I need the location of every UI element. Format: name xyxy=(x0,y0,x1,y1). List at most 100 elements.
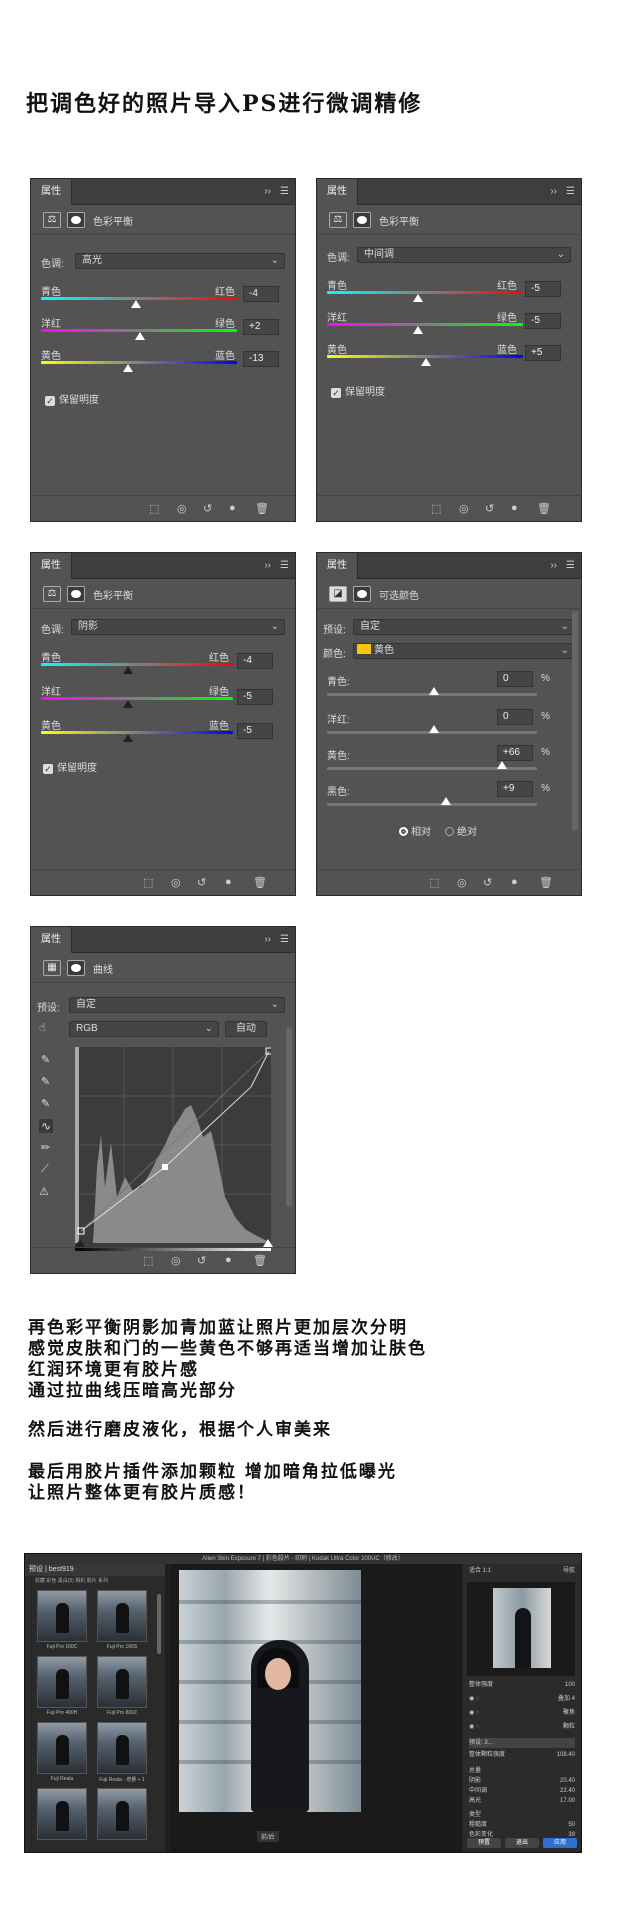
slider-thumb[interactable] xyxy=(123,734,133,742)
slider-thumb[interactable] xyxy=(413,326,423,334)
visibility-icon[interactable]: ● xyxy=(225,1254,232,1266)
preset-thumbnail[interactable] xyxy=(97,1722,147,1774)
preset-thumbnail[interactable] xyxy=(97,1656,147,1708)
setting-row[interactable]: ◉ ◌ 颗粒 xyxy=(469,1722,575,1732)
mask-icon[interactable] xyxy=(67,212,85,228)
value-field[interactable]: -5 xyxy=(525,313,561,329)
collapse-arrows-icon[interactable]: ›› xyxy=(550,186,557,197)
black-value-field[interactable]: +9 xyxy=(497,781,533,797)
white-point-slider[interactable] xyxy=(263,1239,273,1247)
magenta-green-slider[interactable] xyxy=(41,697,233,700)
tab-properties[interactable]: 属性 xyxy=(31,553,72,579)
value-field[interactable]: +2 xyxy=(243,319,279,335)
preset-select[interactable]: 自定 ⌄ xyxy=(353,619,575,635)
tab-properties[interactable]: 属性 xyxy=(31,927,72,953)
hand-target-icon[interactable]: ☝ xyxy=(39,1021,46,1034)
black-slider[interactable] xyxy=(327,803,537,806)
clip-to-layer-icon[interactable]: ⬚ xyxy=(431,502,441,515)
slider-thumb[interactable] xyxy=(497,761,507,769)
clip-to-layer-icon[interactable]: ⬚ xyxy=(149,502,159,515)
yellow-blue-slider[interactable] xyxy=(41,731,233,734)
pencil-icon[interactable]: ✏ xyxy=(41,1141,50,1154)
relative-radio[interactable]: 相对 xyxy=(399,823,431,838)
tab-properties[interactable]: 属性 xyxy=(31,179,72,205)
apply-button[interactable]: 应用 xyxy=(543,1838,577,1848)
trash-icon[interactable]: 🗑 xyxy=(255,502,269,515)
cyan-value-field[interactable]: 0 xyxy=(497,671,533,687)
cancel-button[interactable]: 退出 xyxy=(505,1838,539,1848)
view-previous-icon[interactable]: ◎ xyxy=(459,502,469,515)
panel-menu-icon[interactable]: ☰ xyxy=(566,186,575,197)
slider-thumb[interactable] xyxy=(429,725,439,733)
slider-thumb[interactable] xyxy=(413,294,423,302)
preset-tabs[interactable]: 收藏 彩色 黑白(5) 相机 胶片 系列 xyxy=(25,1576,165,1586)
setting-row[interactable]: ◉ ◌ 叠加 4 xyxy=(469,1694,575,1704)
reset-icon[interactable]: ↺ xyxy=(483,876,492,889)
preset-thumbnail[interactable] xyxy=(37,1656,87,1708)
slider-thumb[interactable] xyxy=(123,700,133,708)
setting-row[interactable]: 粗糙度 50 xyxy=(469,1820,575,1830)
preserve-luminosity-checkbox[interactable]: ✓ 保留明度 xyxy=(45,391,99,406)
tab-properties[interactable]: 属性 xyxy=(317,553,358,579)
preset-header[interactable]: 预设 | best919 xyxy=(25,1564,165,1576)
yellow-value-field[interactable]: +66 xyxy=(497,745,533,761)
panel-menu-icon[interactable]: ☰ xyxy=(280,186,289,197)
value-field[interactable]: -5 xyxy=(237,689,273,705)
visibility-icon[interactable]: ● xyxy=(225,876,232,888)
slider-thumb[interactable] xyxy=(123,666,133,674)
slider-thumb[interactable] xyxy=(441,797,451,805)
preset-select[interactable]: 自定 ⌄ xyxy=(69,997,285,1013)
setting-row[interactable]: 高光 17.00 xyxy=(469,1796,575,1806)
reset-button[interactable]: 预置 xyxy=(467,1838,501,1848)
setting-row[interactable]: 中间调 22.40 xyxy=(469,1786,575,1796)
tab-properties[interactable]: 属性 xyxy=(317,179,358,205)
preset-dropdown[interactable]: 预设: 3… xyxy=(469,1738,575,1748)
slider-thumb[interactable] xyxy=(131,300,141,308)
clipping-warning-icon[interactable]: ⚠ xyxy=(39,1185,49,1198)
scrollbar[interactable] xyxy=(286,1027,292,1207)
channel-select[interactable]: RGB ⌄ xyxy=(69,1021,219,1037)
mask-icon[interactable] xyxy=(353,212,371,228)
panel-menu-icon[interactable]: ☰ xyxy=(566,560,575,571)
setting-row[interactable]: ◉ ◌ 聚焦 xyxy=(469,1708,575,1718)
reset-icon[interactable]: ↺ xyxy=(203,502,212,515)
slider-thumb[interactable] xyxy=(421,358,431,366)
preserve-luminosity-checkbox[interactable]: ✓ 保留明度 xyxy=(43,759,97,774)
trash-icon[interactable]: 🗑 xyxy=(253,1254,267,1267)
curves-graph[interactable] xyxy=(75,1047,271,1247)
view-previous-icon[interactable]: ◎ xyxy=(171,1254,181,1267)
mask-icon[interactable] xyxy=(353,586,371,602)
preserve-luminosity-checkbox[interactable]: ✓ 保留明度 xyxy=(331,383,385,398)
auto-button[interactable]: 自动 xyxy=(225,1021,267,1037)
reset-icon[interactable]: ↺ xyxy=(485,502,494,515)
clip-to-layer-icon[interactable]: ⬚ xyxy=(143,1254,153,1267)
reset-icon[interactable]: ↺ xyxy=(197,1254,206,1267)
collapse-arrows-icon[interactable]: ›› xyxy=(264,560,271,571)
collapse-arrows-icon[interactable]: ›› xyxy=(550,560,557,571)
setting-row[interactable]: 整体强度 100 xyxy=(469,1680,575,1690)
tone-select[interactable]: 中间调 ⌄ xyxy=(357,247,571,263)
cyan-red-slider[interactable] xyxy=(41,663,233,666)
mask-icon[interactable] xyxy=(67,586,85,602)
yellow-blue-slider[interactable] xyxy=(41,361,237,364)
trash-icon[interactable]: 🗑 xyxy=(539,876,553,889)
preset-thumbnail[interactable] xyxy=(37,1788,87,1840)
reset-icon[interactable]: ↺ xyxy=(197,876,206,889)
mask-icon[interactable] xyxy=(67,960,85,976)
cyan-red-slider[interactable] xyxy=(327,291,523,294)
before-after-button[interactable]: 前/后 xyxy=(257,1831,279,1842)
collapse-arrows-icon[interactable]: ›› xyxy=(264,186,271,197)
zoom-row[interactable]: 适合 1:1 导航 xyxy=(469,1566,575,1576)
eyedropper-gray-icon[interactable]: ✎ xyxy=(41,1075,50,1088)
slider-thumb[interactable] xyxy=(135,332,145,340)
trash-icon[interactable]: 🗑 xyxy=(253,876,267,889)
trash-icon[interactable]: 🗑 xyxy=(537,502,551,515)
visibility-icon[interactable]: ● xyxy=(511,876,518,888)
clip-to-layer-icon[interactable]: ⬚ xyxy=(429,876,439,889)
color-select[interactable]: 黄色 ⌄ xyxy=(353,643,575,659)
absolute-radio[interactable]: 绝对 xyxy=(445,823,477,838)
preset-thumbnail[interactable] xyxy=(37,1722,87,1774)
tone-select[interactable]: 高光 ⌄ xyxy=(75,253,285,269)
value-field[interactable]: -5 xyxy=(237,723,273,739)
navigator[interactable] xyxy=(467,1582,575,1676)
